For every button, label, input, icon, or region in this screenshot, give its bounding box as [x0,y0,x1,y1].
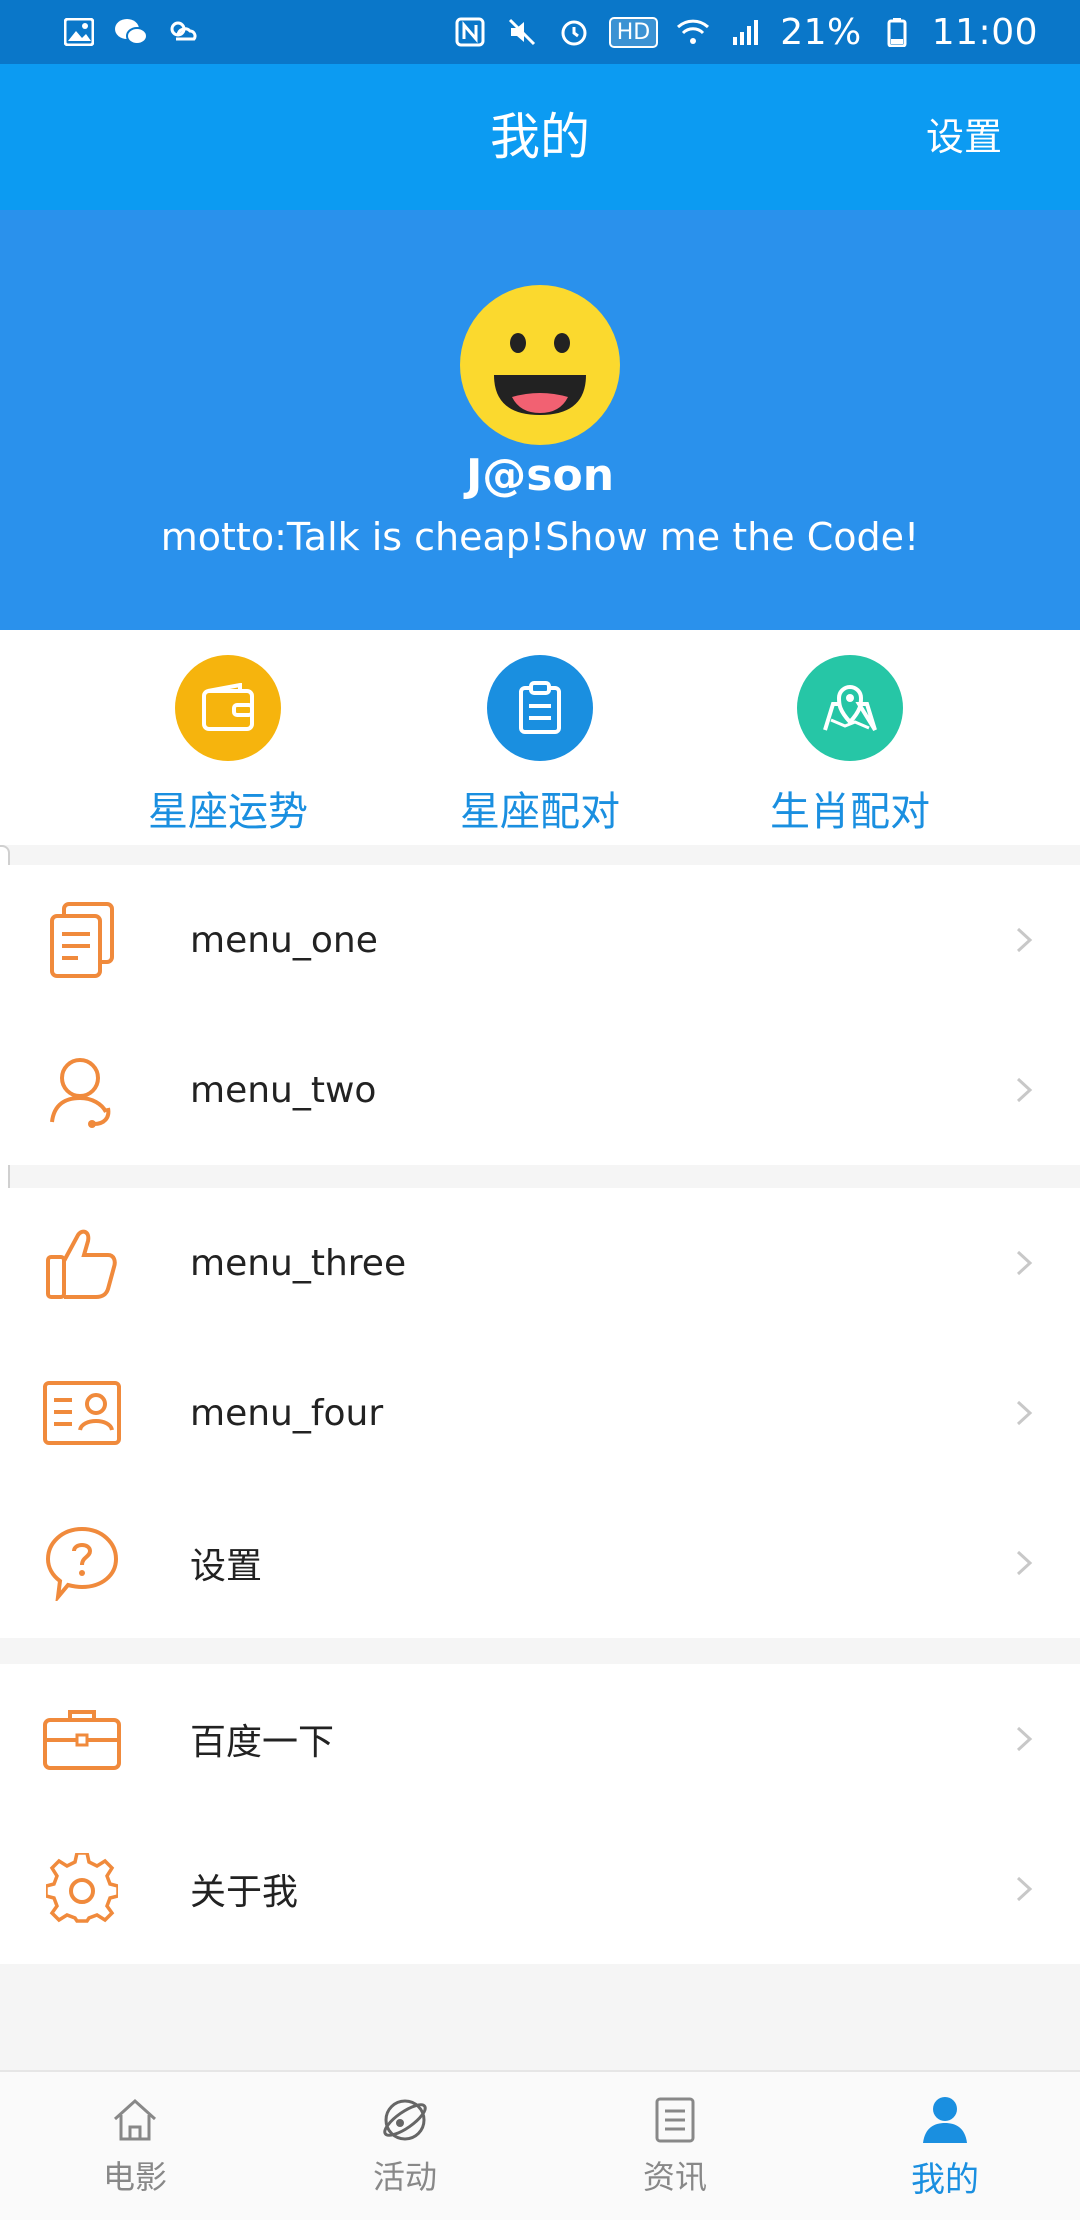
quick-action-chinese-zodiac[interactable]: 生肖配对 [750,655,950,837]
wallet-icon [175,655,281,761]
tab-label: 活动 [372,2158,437,2196]
briefcase-icon [42,1699,122,1779]
wechat-icon [114,17,148,47]
menu-item-baidu[interactable]: 百度一下 [0,1664,1080,1814]
settings-button[interactable]: 设置 [926,64,1002,210]
avatar[interactable] [460,285,620,445]
quick-actions: 星座运势 星座配对 生肖配对 [0,630,1080,845]
status-bar: HD 21% 11:00 [0,0,1080,64]
clock: 11:00 [931,11,1038,53]
quick-action-label: 星座运势 [148,789,308,835]
bottom-tab-bar: 电影 活动 资讯 我的 [0,2070,1080,2220]
clipboard-icon [487,655,593,761]
home-icon [107,2092,163,2148]
menu-item-label: menu_one [190,919,378,961]
gear-icon [42,1849,122,1929]
tab-news[interactable]: 资讯 [585,2092,765,2198]
signal-icon [728,17,762,47]
smiley-icon [460,285,620,445]
status-right: HD 21% 11:00 [453,12,1038,53]
menu-item-label: menu_four [190,1392,384,1434]
person-icon [917,2092,973,2148]
menu-item-label: menu_two [190,1069,377,1111]
chevron-right-icon [1016,1550,1033,1576]
chevron-right-icon [1016,1250,1033,1276]
image-icon [62,17,96,47]
help-bubble-icon [42,1523,122,1603]
planet-icon [377,2092,433,2148]
tab-label: 电影 [102,2158,167,2196]
page-title: 我的 [490,108,590,166]
tab-movies[interactable]: 电影 [45,2092,225,2198]
chevron-right-icon [1016,1726,1033,1752]
tab-activities[interactable]: 活动 [315,2092,495,2198]
menu-section-2: menu_three menu_four 设置 [0,1188,1080,1638]
menu-item-label: 设置 [190,1546,263,1587]
chevron-right-icon [1016,1876,1033,1902]
profile-header: J@son motto:Talk is cheap!Show me the Co… [0,210,1080,630]
mute-icon [505,17,539,47]
user-headset-icon [42,1050,122,1130]
menu-item-label: menu_three [190,1242,407,1284]
news-icon [647,2092,703,2148]
wifi-icon [676,17,710,47]
quick-action-horoscope[interactable]: 星座运势 [128,655,328,837]
username: J@son [465,450,615,501]
status-left [62,17,200,47]
battery-icon [880,17,914,47]
map-pin-icon [797,655,903,761]
quick-action-label: 生肖配对 [770,789,930,835]
menu-item-two[interactable]: menu_two [0,1015,1080,1165]
title-bar: 我的 设置 [0,64,1080,210]
menu-section-3: 百度一下 关于我 [0,1664,1080,1964]
chevron-right-icon [1016,1400,1033,1426]
document-icon [42,900,122,980]
tab-label: 资讯 [642,2158,707,2196]
tab-mine[interactable]: 我的 [855,2092,1035,2201]
motto: motto:Talk is cheap!Show me the Code! [160,515,920,559]
menu-item-one[interactable]: menu_one [0,865,1080,1015]
quick-action-label: 星座配对 [460,789,620,835]
thumbs-up-icon [42,1223,122,1303]
menu-section-1: menu_one menu_two [0,865,1080,1165]
menu-item-about[interactable]: 关于我 [0,1814,1080,1964]
alarm-icon [557,17,591,47]
menu-item-label: 百度一下 [190,1722,335,1763]
contact-card-icon [42,1373,122,1453]
nfc-icon [453,17,487,47]
quick-action-zodiac-match[interactable]: 星座配对 [440,655,640,837]
chevron-right-icon [1016,927,1033,953]
menu-item-settings[interactable]: 设置 [0,1488,1080,1638]
menu-item-four[interactable]: menu_four [0,1338,1080,1488]
battery-percent: 21% [780,11,862,53]
menu-item-three[interactable]: menu_three [0,1188,1080,1338]
chevron-right-icon [1016,1077,1033,1103]
menu-item-label: 关于我 [190,1872,299,1913]
hd-icon: HD [608,16,659,48]
tab-label: 我的 [911,2160,979,2200]
weather-icon [166,17,200,47]
